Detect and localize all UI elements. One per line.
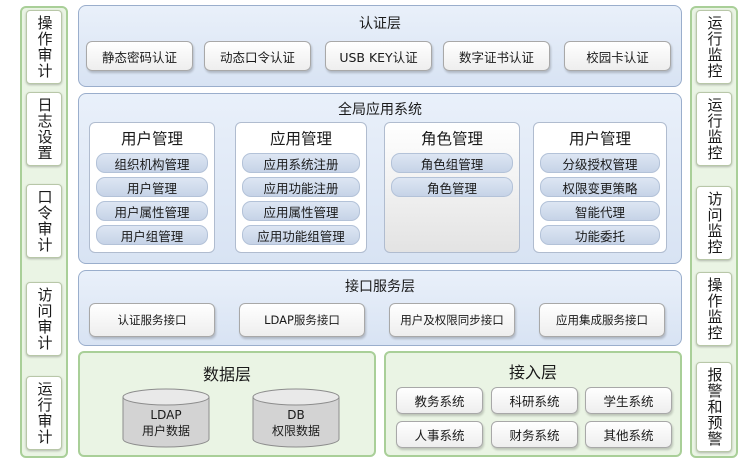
monitor-item-runtime: 运行监控: [696, 92, 732, 166]
audit-item-runtime: 运行审计: [26, 376, 62, 450]
module-item: 用户管理: [96, 177, 208, 197]
monitor-item-access: 访问监控: [696, 186, 732, 260]
audit-column: 操作审计 日志设置 口令审计 访问审计 运行审计: [20, 6, 68, 458]
interface-app-integration: 应用集成服务接口: [539, 303, 665, 337]
auth-usb-key: USB KEY认证: [325, 41, 432, 71]
monitor-item-alarm: 报警和预警: [696, 362, 732, 452]
access-other-system: 其他系统: [585, 421, 672, 448]
module-item: 应用属性管理: [242, 201, 360, 221]
module-role-management: 角色管理 角色组管理 角色管理: [384, 122, 520, 253]
data-layer: 数据层 LDAP 用户数据 DB 权限数据: [78, 351, 376, 457]
auth-layer: 认证层 静态密码认证 动态口令认证 USB KEY认证 数字证书认证 校园卡认证: [78, 5, 682, 87]
access-student-system: 学生系统: [585, 387, 672, 414]
auth-layer-title: 认证层: [359, 16, 401, 32]
module-item: 智能代理: [540, 201, 660, 221]
ldap-database-icon: LDAP 用户数据: [121, 388, 211, 448]
module-item: 权限变更策略: [540, 177, 660, 197]
interface-ldap-service: LDAP服务接口: [239, 303, 365, 337]
module-item: 应用功能注册: [242, 177, 360, 197]
monitor-item-operation: 操作监控: [696, 272, 732, 346]
access-finance-system: 财务系统: [491, 421, 578, 448]
app-layer: 全局应用系统 用户管理 组织机构管理 用户管理 用户属性管理 用户组管理 应用管…: [78, 93, 682, 264]
app-layer-title: 全局应用系统: [338, 102, 422, 118]
audit-item-log-settings: 日志设置: [26, 92, 62, 166]
audit-item-access: 访问审计: [26, 282, 62, 356]
monitor-column: 运行监控 运行监控 访问监控 操作监控 报警和预警: [690, 6, 738, 458]
module-item: 组织机构管理: [96, 153, 208, 173]
module-item: 角色管理: [391, 177, 513, 197]
auth-campus-card: 校园卡认证: [564, 41, 671, 71]
module-item: 分级授权管理: [540, 153, 660, 173]
module-item: 功能委托: [540, 225, 660, 245]
interface-sync-service: 用户及权限同步接口: [389, 303, 515, 337]
module-user-management: 用户管理 组织机构管理 用户管理 用户属性管理 用户组管理: [89, 122, 215, 253]
interface-layer: 接口服务层 认证服务接口 LDAP服务接口 用户及权限同步接口 应用集成服务接口: [78, 270, 682, 346]
access-layer: 接入层 教务系统 科研系统 学生系统 人事系统 财务系统 其他系统: [384, 351, 682, 457]
data-layer-title: 数据层: [202, 365, 251, 384]
auth-dynamic-token: 动态口令认证: [204, 41, 311, 71]
module-authorization-management: 用户管理 分级授权管理 权限变更策略 智能代理 功能委托: [533, 122, 667, 253]
module-item: 角色组管理: [391, 153, 513, 173]
module-item: 用户属性管理: [96, 201, 208, 221]
access-academic-system: 教务系统: [396, 387, 483, 414]
access-hr-system: 人事系统: [396, 421, 483, 448]
interface-layer-title: 接口服务层: [345, 279, 415, 295]
audit-item-operation: 操作审计: [26, 10, 62, 84]
module-item: 用户组管理: [96, 225, 208, 245]
module-app-management: 应用管理 应用系统注册 应用功能注册 应用属性管理 应用功能组管理: [235, 122, 367, 253]
module-item: 应用系统注册: [242, 153, 360, 173]
auth-digital-certificate: 数字证书认证: [443, 41, 550, 71]
interface-auth-service: 认证服务接口: [89, 303, 215, 337]
db-database-icon: DB 权限数据: [251, 388, 341, 448]
auth-static-password: 静态密码认证: [86, 41, 193, 71]
access-research-system: 科研系统: [491, 387, 578, 414]
module-item: 应用功能组管理: [242, 225, 360, 245]
audit-item-password: 口令审计: [26, 184, 62, 258]
monitor-item-runtime-top: 运行监控: [696, 10, 732, 84]
access-layer-title: 接入层: [508, 363, 557, 382]
